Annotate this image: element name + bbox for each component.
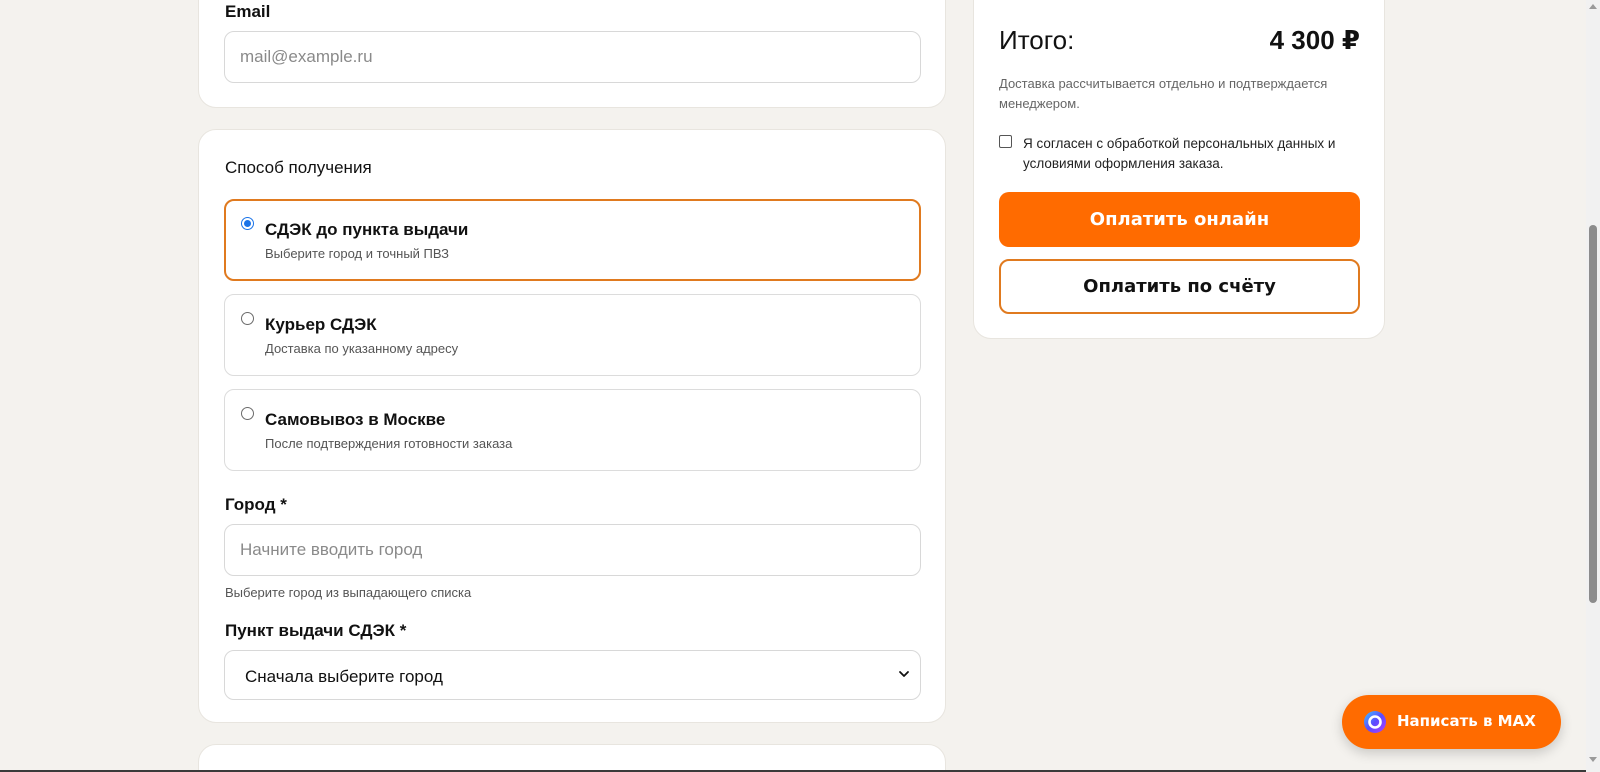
- option-subtitle: Выберите город и точный ПВЗ: [265, 246, 449, 261]
- delivery-option-cdek-courier[interactable]: Курьер СДЭК Доставка по указанному адрес…: [224, 294, 921, 376]
- delivery-option-moscow-pickup[interactable]: Самовывоз в Москве После подтверждения г…: [224, 389, 921, 471]
- email-label: Email: [225, 2, 271, 21]
- delivery-note: Доставка рассчитывается отдельно и подтв…: [999, 76, 1328, 111]
- city-input[interactable]: [224, 524, 921, 576]
- scroll-up-icon[interactable]: [1589, 4, 1597, 9]
- delivery-section-title: Способ получения: [225, 158, 372, 177]
- scroll-down-icon[interactable]: [1589, 757, 1597, 762]
- consent-text: Я согласен с обработкой персональных дан…: [1023, 136, 1336, 171]
- delivery-option-cdek-pickup[interactable]: СДЭК до пункта выдачи Выберите город и т…: [224, 199, 921, 281]
- chevron-down-icon: [899, 671, 909, 677]
- next-section-card: [198, 744, 946, 772]
- pickup-point-select[interactable]: Сначала выберите город: [224, 650, 921, 700]
- radio-moscow-pickup[interactable]: [241, 407, 254, 420]
- pay-invoice-button[interactable]: Оплатить по счёту: [999, 259, 1360, 314]
- city-hint: Выберите город из выпадающего списка: [225, 585, 472, 600]
- email-field[interactable]: [224, 31, 921, 83]
- chat-max-label: Написать в MAX: [1397, 712, 1536, 730]
- chat-max-button[interactable]: Написать в MAX: [1342, 695, 1561, 749]
- total-label: Итого:: [999, 25, 1075, 55]
- scrollbar-thumb[interactable]: [1589, 225, 1597, 603]
- pickup-point-label: Пункт выдачи СДЭК *: [225, 621, 407, 640]
- pay-online-button[interactable]: Оплатить онлайн: [999, 192, 1360, 247]
- consent-checkbox[interactable]: [999, 135, 1012, 148]
- option-title: Курьер СДЭК: [265, 315, 377, 334]
- radio-cdek-courier[interactable]: [241, 312, 254, 325]
- page-scrollbar[interactable]: [1586, 0, 1600, 772]
- radio-cdek-pickup[interactable]: [241, 217, 254, 230]
- total-value: 4 300 ₽: [1269, 25, 1360, 55]
- option-title: Самовывоз в Москве: [265, 410, 446, 429]
- max-logo-icon: [1364, 711, 1386, 733]
- option-title: СДЭК до пункта выдачи: [265, 220, 469, 239]
- pickup-point-value: Сначала выберите город: [245, 667, 443, 686]
- city-label: Город *: [225, 495, 287, 514]
- option-subtitle: Доставка по указанному адресу: [265, 341, 459, 356]
- option-subtitle: После подтверждения готовности заказа: [265, 436, 513, 451]
